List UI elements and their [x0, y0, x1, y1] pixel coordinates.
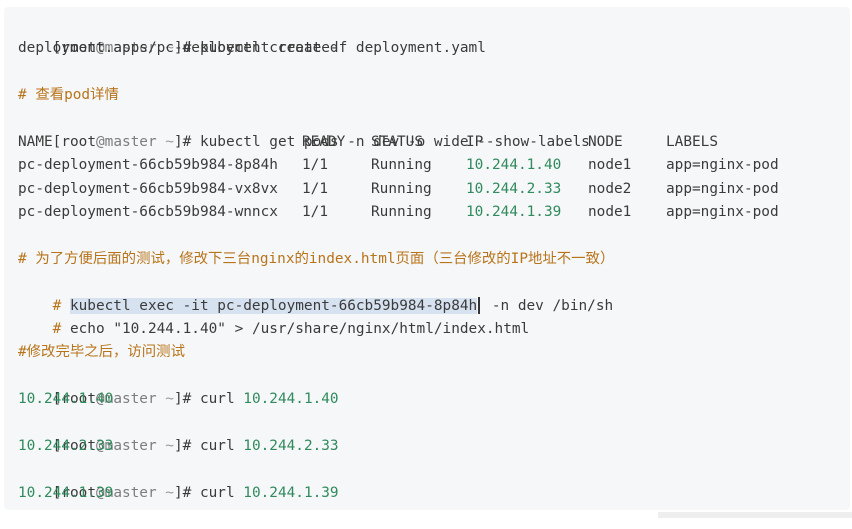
exec-comment-line[interactable]: # kubectl exec -it pc-deployment-66cb59b…	[18, 271, 850, 315]
pod-name: pc-deployment-66cb59b984-vx8vx	[18, 180, 278, 197]
output-line: 10.244.2.33	[18, 438, 114, 455]
command-line-get-pods: [root@master ~]# kubectl get pods -n dev…	[18, 108, 850, 150]
pod-name: pc-deployment-66cb59b984-8p84h	[18, 157, 278, 174]
code-block[interactable]: [root@master ~]# kubectl create -f deplo…	[4, 7, 850, 510]
header-ip: IP	[466, 133, 484, 150]
output-line: deployment.apps/pc-deployment created	[18, 40, 339, 57]
pod-ready: 1/1	[302, 204, 328, 221]
header-status: STATUS	[371, 133, 423, 150]
pod-ready: 1/1	[302, 180, 328, 197]
header-node: NODE	[588, 133, 623, 150]
header-labels: LABELS	[666, 133, 718, 150]
command-line-curl: [root@master ~]# curl 10.244.2.33	[18, 412, 850, 454]
pod-ip: 10.244.1.39	[466, 204, 562, 221]
pod-ip: 10.244.2.33	[466, 180, 562, 197]
pod-labels: app=nginx-pod	[666, 180, 779, 197]
pod-node: node1	[588, 204, 632, 221]
table-row: pc-deployment-66cb59b984-8p84h 1/1 Runni…	[18, 154, 850, 177]
command-line-create: [root@master ~]# kubectl create -f deplo…	[18, 14, 850, 56]
pod-labels: app=nginx-pod	[666, 157, 779, 174]
pod-ip: 10.244.1.40	[466, 157, 562, 174]
table-row: pc-deployment-66cb59b984-wnncx 1/1 Runni…	[18, 201, 850, 224]
pod-node: node1	[588, 157, 632, 174]
pod-node: node2	[588, 180, 632, 197]
comment-line: #修改完毕之后，访问测试	[18, 344, 185, 361]
comment-line: # 查看pod详情	[18, 87, 119, 104]
scrollbar-track[interactable]	[658, 512, 852, 518]
table-header: NAME READY STATUS IP NODE LABELS	[18, 131, 850, 154]
pod-labels: app=nginx-pod	[666, 204, 779, 221]
comment-line: # 为了方便后面的测试，修改下三台nginx的index.html页面（三台修改…	[18, 250, 615, 267]
command-line-curl: [root@master ~]# curl 10.244.1.40	[18, 365, 850, 407]
output-line: 10.244.1.40	[18, 391, 114, 408]
output-line: 10.244.1.39	[18, 484, 114, 501]
pod-status: Running	[371, 157, 432, 174]
table-row: pc-deployment-66cb59b984-vx8vx 1/1 Runni…	[18, 178, 850, 201]
pod-status: Running	[371, 180, 432, 197]
header-name: NAME	[18, 133, 53, 150]
pod-name: pc-deployment-66cb59b984-wnncx	[18, 204, 278, 221]
echo-comment-line: # echo "10.244.1.40" > /usr/share/nginx/…	[18, 295, 850, 337]
pod-status: Running	[371, 204, 432, 221]
pod-ready: 1/1	[302, 157, 328, 174]
header-ready: READY	[302, 133, 346, 150]
command-line-curl: [root@master ~]# curl 10.244.1.39	[18, 458, 850, 501]
